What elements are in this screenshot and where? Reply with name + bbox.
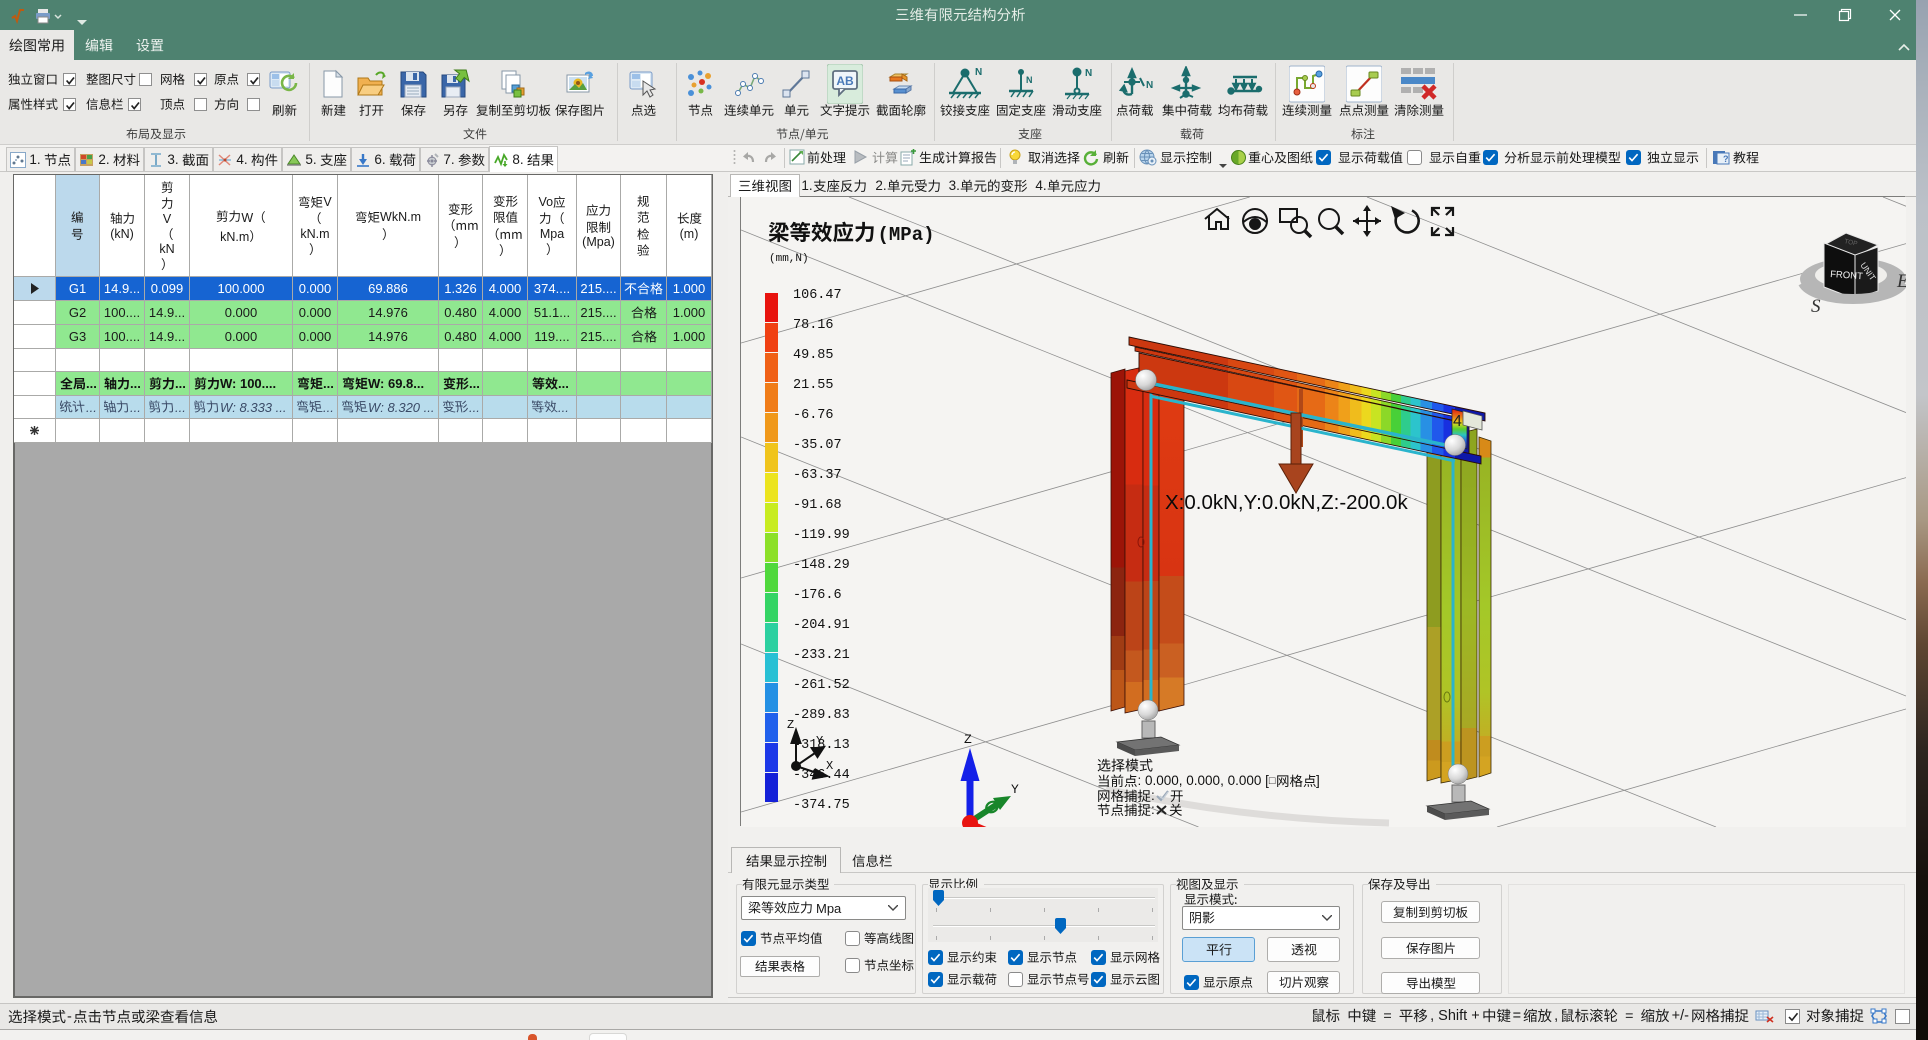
svg-text:Y: Y [816, 734, 823, 748]
svg-text:21.55: 21.55 [793, 378, 834, 393]
svg-text:-91.68: -91.68 [793, 498, 842, 513]
svg-text:-233.21: -233.21 [793, 648, 850, 663]
svg-text:-176.6: -176.6 [793, 588, 842, 603]
svg-text:-204.91: -204.91 [793, 618, 850, 633]
svg-text:-374.75: -374.75 [793, 798, 850, 813]
svg-text:FRONT: FRONT [1830, 269, 1864, 282]
svg-text:X:0.0kN,Y:0.0kN,Z:-200.0k: X:0.0kN,Y:0.0kN,Z:-200.0k [1165, 491, 1408, 514]
svg-text:N: N [1146, 80, 1153, 91]
svg-text:-6.76: -6.76 [793, 408, 834, 423]
svg-text:Z: Z [964, 732, 972, 747]
svg-text:AB: AB [836, 74, 854, 88]
svg-text:49.85: 49.85 [793, 348, 834, 363]
svg-text:106.47: 106.47 [793, 288, 842, 303]
svg-text:N: N [1026, 75, 1033, 85]
svg-text:-119.99: -119.99 [793, 528, 850, 543]
svg-text:?: ? [1723, 154, 1729, 164]
svg-text:-289.83: -289.83 [793, 708, 850, 723]
svg-text:N: N [1085, 68, 1092, 79]
svg-text:-63.37: -63.37 [793, 468, 842, 483]
svg-text:-35.07: -35.07 [793, 438, 842, 453]
svg-text:-261.52: -261.52 [793, 678, 850, 693]
svg-text:E: E [1896, 271, 1906, 292]
svg-text:-148.29: -148.29 [793, 558, 850, 573]
svg-text:N: N [975, 67, 982, 78]
svg-text:Y: Y [1011, 782, 1019, 797]
svg-text:4: 4 [1453, 413, 1462, 430]
svg-text:Z: Z [787, 718, 794, 732]
svg-text:X: X [826, 759, 833, 773]
svg-text:78.16: 78.16 [793, 318, 834, 333]
svg-text:S: S [1811, 296, 1821, 317]
